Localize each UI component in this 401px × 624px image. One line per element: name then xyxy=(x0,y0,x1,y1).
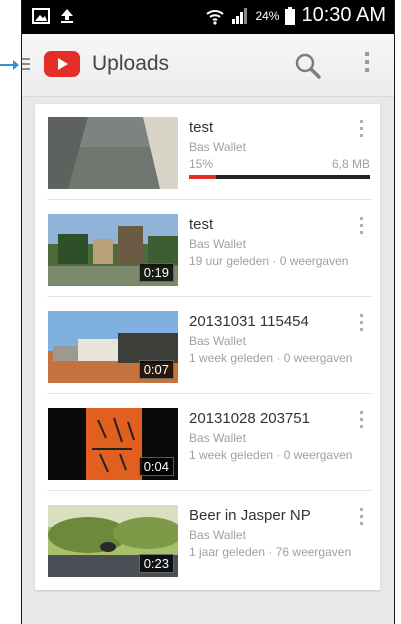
video-menu-icon[interactable] xyxy=(358,508,364,525)
video-thumbnail[interactable]: 0:23 xyxy=(48,505,178,577)
overflow-menu-icon[interactable] xyxy=(362,52,372,80)
video-row[interactable]: 0:19 test Bas Wallet 19 uur geleden · 0 … xyxy=(35,201,380,297)
wifi-icon xyxy=(206,9,225,25)
upload-progress-label: 15% xyxy=(189,157,214,171)
video-title: 20131028 203751 xyxy=(189,410,310,427)
status-bar: 24% 10:30 AM xyxy=(22,0,394,34)
menu-icon[interactable] xyxy=(22,58,30,72)
video-duration: 0:07 xyxy=(138,360,174,379)
battery-icon xyxy=(285,6,296,25)
video-duration: 0:04 xyxy=(138,457,174,476)
gallery-icon xyxy=(32,8,50,24)
youtube-logo[interactable] xyxy=(44,51,80,77)
video-thumbnail[interactable]: 0:19 xyxy=(48,214,178,286)
row-divider xyxy=(47,393,372,394)
callout-arrow xyxy=(0,60,19,70)
upload-progress-bar xyxy=(189,175,370,179)
video-duration: 0:19 xyxy=(138,263,174,282)
video-title: 20131031 115454 xyxy=(189,313,309,330)
video-thumbnail[interactable]: 0:04 xyxy=(48,408,178,480)
upload-progress-fill xyxy=(189,175,217,179)
video-menu-icon[interactable] xyxy=(358,411,364,428)
search-icon[interactable] xyxy=(294,52,322,80)
video-meta: 19 uur geleden · 0 weergaven xyxy=(189,254,349,268)
row-divider xyxy=(47,490,372,491)
video-row[interactable]: 0:04 20131028 203751 Bas Wallet 1 week g… xyxy=(35,395,380,491)
upload-size: 6,8 MB xyxy=(331,157,370,171)
video-author: Bas Wallet xyxy=(189,431,246,445)
video-meta: 1 jaar geleden · 76 weergaven xyxy=(189,545,352,559)
video-thumbnail[interactable]: 0:07 xyxy=(48,311,178,383)
battery-percent: 24% xyxy=(255,8,280,23)
clock: 10:30 AM xyxy=(301,4,386,26)
video-menu-icon[interactable] xyxy=(358,217,364,234)
video-row[interactable]: test Bas Wallet 15% 6,8 MB xyxy=(35,104,380,200)
phone-screen: 24% 10:30 AM Uploads test Bas Wallet 15%… xyxy=(21,0,395,624)
video-duration: 0:23 xyxy=(138,554,174,573)
video-author: Bas Wallet xyxy=(189,334,246,348)
video-title: test xyxy=(189,119,214,136)
row-divider xyxy=(47,199,372,200)
video-row[interactable]: 0:07 20131031 115454 Bas Wallet 1 week g… xyxy=(35,298,380,394)
video-menu-icon[interactable] xyxy=(358,314,364,331)
action-bar: Uploads xyxy=(22,34,394,97)
video-meta: 1 week geleden · 0 weergaven xyxy=(189,448,353,462)
video-author: Bas Wallet xyxy=(189,140,246,154)
video-menu-icon[interactable] xyxy=(358,120,364,137)
uploads-list: test Bas Wallet 15% 6,8 MB 0:19 test Bas… xyxy=(35,104,380,590)
video-thumbnail[interactable] xyxy=(48,117,178,189)
video-author: Bas Wallet xyxy=(189,528,246,542)
row-divider xyxy=(47,296,372,297)
video-title: Beer in Jasper NP xyxy=(189,507,311,524)
upload-icon xyxy=(61,9,73,23)
video-meta: 1 week geleden · 0 weergaven xyxy=(189,351,353,365)
page-title: Uploads xyxy=(92,52,170,75)
video-title: test xyxy=(189,216,214,233)
signal-icon xyxy=(232,7,248,24)
video-author: Bas Wallet xyxy=(189,237,246,251)
video-row[interactable]: 0:23 Beer in Jasper NP Bas Wallet 1 jaar… xyxy=(35,492,380,588)
